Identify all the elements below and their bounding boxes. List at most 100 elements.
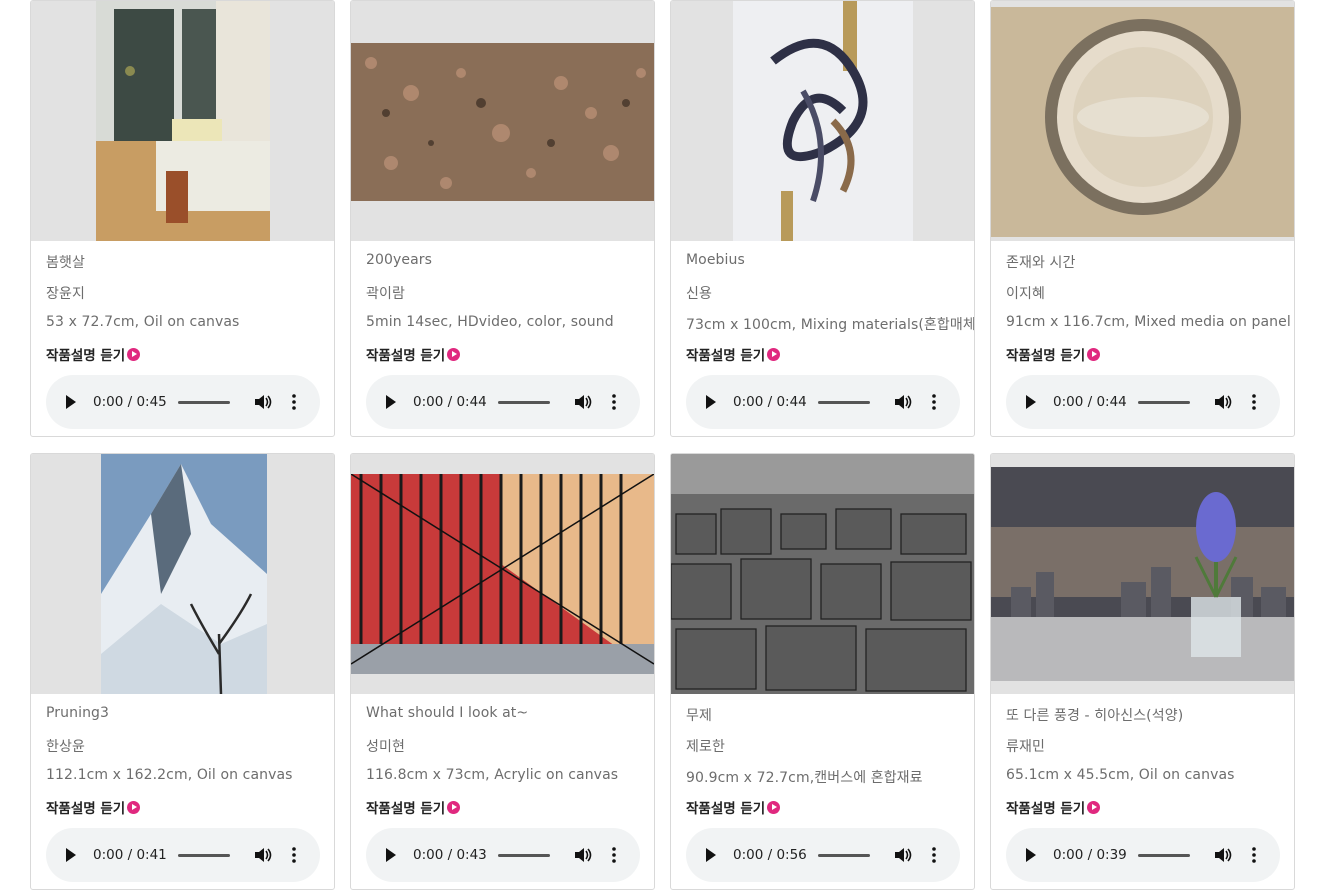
artwork-image[interactable] bbox=[351, 1, 654, 241]
artwork-card: 봄햇살 장윤지 53 x 72.7cm, Oil on canvas 작품설명 … bbox=[30, 0, 335, 437]
artwork-image[interactable] bbox=[671, 454, 974, 694]
play-icon[interactable] bbox=[706, 848, 716, 862]
artwork-spec: 112.1cm x 162.2cm, Oil on canvas bbox=[46, 767, 293, 783]
listen-label: 작품설명 듣기 bbox=[1006, 801, 1086, 817]
more-options-icon[interactable] bbox=[612, 847, 616, 863]
listen-label: 작품설명 듣기 bbox=[1006, 348, 1086, 364]
audio-player[interactable]: 0:00 / 0:45 bbox=[46, 375, 320, 429]
listen-description-link[interactable]: 작품설명 듣기 bbox=[46, 797, 141, 817]
artwork-card: 존재와 시간 이지혜 91cm x 116.7cm, Mixed media o… bbox=[990, 0, 1295, 437]
play-circle-icon bbox=[1087, 347, 1101, 361]
artwork-artist: 한상윤 bbox=[46, 739, 85, 755]
volume-icon[interactable] bbox=[254, 847, 272, 863]
artwork-title: 무제 bbox=[686, 708, 712, 724]
play-icon[interactable] bbox=[386, 848, 396, 862]
artwork-image[interactable] bbox=[31, 1, 334, 241]
audio-progress-bar[interactable] bbox=[498, 854, 550, 857]
play-circle-icon bbox=[767, 347, 781, 361]
artwork-spec: 73cm x 100cm, Mixing materials(혼합매체) bbox=[686, 317, 975, 333]
audio-player[interactable]: 0:00 / 0:41 bbox=[46, 828, 320, 882]
artwork-image[interactable] bbox=[31, 454, 334, 694]
listen-description-link[interactable]: 작품설명 듣기 bbox=[46, 344, 141, 364]
artwork-card: 200years 곽이람 5min 14sec, HDvideo, color,… bbox=[350, 0, 655, 437]
audio-progress-bar[interactable] bbox=[1138, 854, 1190, 857]
listen-label: 작품설명 듣기 bbox=[46, 348, 126, 364]
artwork-artist: 제로한 bbox=[686, 739, 725, 755]
volume-icon[interactable] bbox=[574, 847, 592, 863]
audio-player[interactable]: 0:00 / 0:43 bbox=[366, 828, 640, 882]
play-circle-icon bbox=[127, 800, 141, 814]
artwork-artist: 이지혜 bbox=[1006, 286, 1045, 302]
listen-label: 작품설명 듣기 bbox=[366, 801, 446, 817]
artwork-spec: 65.1cm x 45.5cm, Oil on canvas bbox=[1006, 767, 1235, 783]
more-options-icon[interactable] bbox=[1252, 847, 1256, 863]
more-options-icon[interactable] bbox=[292, 847, 296, 863]
audio-time: 0:00 / 0:41 bbox=[93, 847, 167, 863]
audio-progress-bar[interactable] bbox=[498, 401, 550, 404]
play-circle-icon bbox=[127, 347, 141, 361]
artwork-artist: 장윤지 bbox=[46, 286, 85, 302]
listen-description-link[interactable]: 작품설명 듣기 bbox=[366, 797, 461, 817]
artwork-title: 존재와 시간 bbox=[1006, 255, 1076, 271]
listen-label: 작품설명 듣기 bbox=[686, 348, 766, 364]
artwork-image[interactable] bbox=[991, 454, 1294, 694]
volume-icon[interactable] bbox=[894, 847, 912, 863]
play-icon[interactable] bbox=[1026, 395, 1036, 409]
play-circle-icon bbox=[1087, 800, 1101, 814]
artwork-card: What should I look at~ 성미현 116.8cm x 73c… bbox=[350, 453, 655, 890]
audio-progress-bar[interactable] bbox=[1138, 401, 1190, 404]
artwork-spec: 5min 14sec, HDvideo, color, sound bbox=[366, 314, 614, 330]
audio-progress-bar[interactable] bbox=[178, 854, 230, 857]
artwork-artist: 곽이람 bbox=[366, 286, 405, 302]
artwork-grid: 봄햇살 장윤지 53 x 72.7cm, Oil on canvas 작품설명 … bbox=[0, 0, 1331, 894]
audio-player[interactable]: 0:00 / 0:56 bbox=[686, 828, 960, 882]
more-options-icon[interactable] bbox=[292, 394, 296, 410]
volume-icon[interactable] bbox=[574, 394, 592, 410]
listen-label: 작품설명 듣기 bbox=[686, 801, 766, 817]
listen-description-link[interactable]: 작품설명 듣기 bbox=[686, 797, 781, 817]
audio-time: 0:00 / 0:44 bbox=[413, 394, 487, 410]
more-options-icon[interactable] bbox=[932, 847, 936, 863]
audio-time: 0:00 / 0:43 bbox=[413, 847, 487, 863]
listen-description-link[interactable]: 작품설명 듣기 bbox=[366, 344, 461, 364]
play-icon[interactable] bbox=[66, 395, 76, 409]
artwork-spec: 90.9cm x 72.7cm,캔버스에 혼합재료 bbox=[686, 770, 923, 786]
artwork-title: 200years bbox=[366, 252, 433, 268]
artwork-artist: 신용 bbox=[686, 286, 712, 302]
audio-player[interactable]: 0:00 / 0:39 bbox=[1006, 828, 1280, 882]
listen-description-link[interactable]: 작품설명 듣기 bbox=[1006, 344, 1101, 364]
audio-player[interactable]: 0:00 / 0:44 bbox=[366, 375, 640, 429]
play-circle-icon bbox=[447, 800, 461, 814]
artwork-artist: 성미현 bbox=[366, 739, 405, 755]
volume-icon[interactable] bbox=[1214, 847, 1232, 863]
listen-label: 작품설명 듣기 bbox=[366, 348, 446, 364]
artwork-image[interactable] bbox=[351, 454, 654, 694]
more-options-icon[interactable] bbox=[612, 394, 616, 410]
audio-progress-bar[interactable] bbox=[818, 401, 870, 404]
artwork-title: 봄햇살 bbox=[46, 255, 85, 271]
more-options-icon[interactable] bbox=[1252, 394, 1256, 410]
artwork-title: What should I look at~ bbox=[366, 705, 529, 721]
listen-description-link[interactable]: 작품설명 듣기 bbox=[1006, 797, 1101, 817]
audio-time: 0:00 / 0:56 bbox=[733, 847, 807, 863]
play-icon[interactable] bbox=[66, 848, 76, 862]
volume-icon[interactable] bbox=[1214, 394, 1232, 410]
play-icon[interactable] bbox=[706, 395, 716, 409]
play-icon[interactable] bbox=[1026, 848, 1036, 862]
volume-icon[interactable] bbox=[254, 394, 272, 410]
play-icon[interactable] bbox=[386, 395, 396, 409]
volume-icon[interactable] bbox=[894, 394, 912, 410]
audio-time: 0:00 / 0:39 bbox=[1053, 847, 1127, 863]
audio-player[interactable]: 0:00 / 0:44 bbox=[1006, 375, 1280, 429]
audio-progress-bar[interactable] bbox=[818, 854, 870, 857]
artwork-card: Pruning3 한상윤 112.1cm x 162.2cm, Oil on c… bbox=[30, 453, 335, 890]
more-options-icon[interactable] bbox=[932, 394, 936, 410]
audio-player[interactable]: 0:00 / 0:44 bbox=[686, 375, 960, 429]
artwork-spec: 53 x 72.7cm, Oil on canvas bbox=[46, 314, 240, 330]
listen-description-link[interactable]: 작품설명 듣기 bbox=[686, 344, 781, 364]
artwork-artist: 류재민 bbox=[1006, 739, 1045, 755]
artwork-image[interactable] bbox=[991, 1, 1294, 241]
play-circle-icon bbox=[447, 347, 461, 361]
audio-progress-bar[interactable] bbox=[178, 401, 230, 404]
artwork-image[interactable] bbox=[671, 1, 974, 241]
